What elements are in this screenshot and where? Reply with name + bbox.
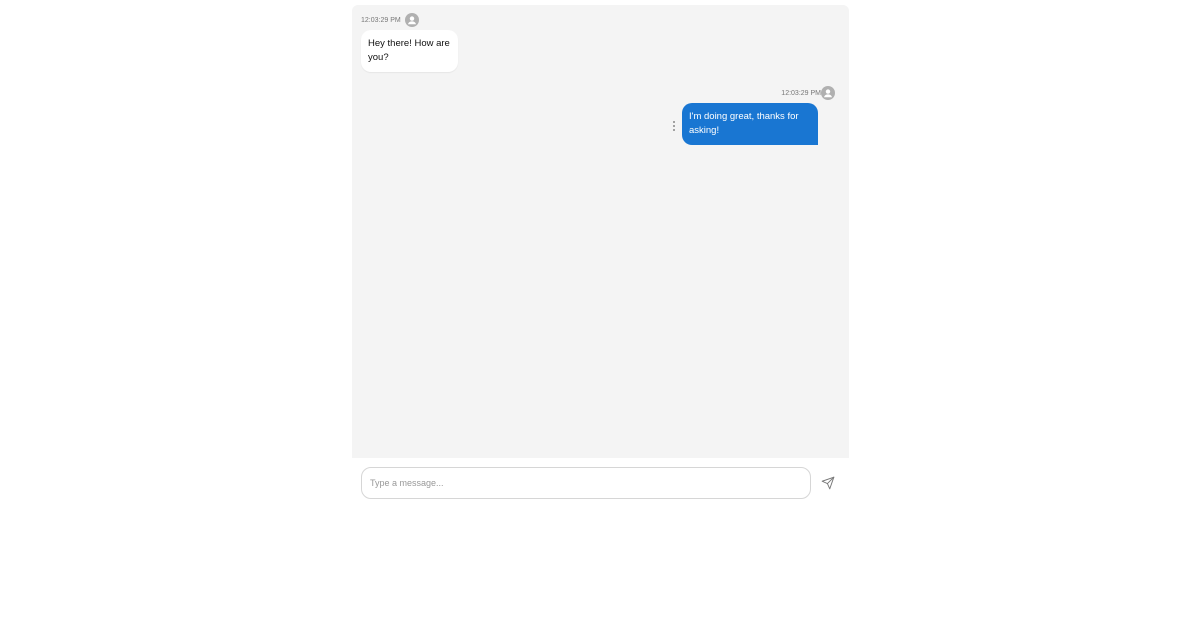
message-input[interactable] xyxy=(361,467,811,499)
more-dot xyxy=(673,125,675,127)
more-vertical-icon[interactable] xyxy=(670,119,678,133)
more-dot xyxy=(673,129,675,131)
message-composer xyxy=(352,458,849,508)
user-avatar-icon xyxy=(404,13,419,27)
message-meta-incoming: 12:03:29 PM xyxy=(361,13,419,27)
user-avatar-icon xyxy=(821,86,835,100)
more-dot xyxy=(673,121,675,123)
chat-message-list: 12:03:29 PM Hey there! How are you? 12:0… xyxy=(352,5,849,458)
message-bubble-incoming[interactable]: Hey there! How are you? xyxy=(361,30,458,72)
message-bubble-outgoing[interactable]: I'm doing great, thanks for asking! xyxy=(682,103,818,145)
message-meta-outgoing: 12:03:29 PM xyxy=(781,86,835,100)
message-timestamp: 12:03:29 PM xyxy=(361,16,401,24)
send-button[interactable] xyxy=(819,474,837,492)
message-timestamp: 12:03:29 PM xyxy=(781,89,821,97)
send-icon xyxy=(821,476,835,490)
